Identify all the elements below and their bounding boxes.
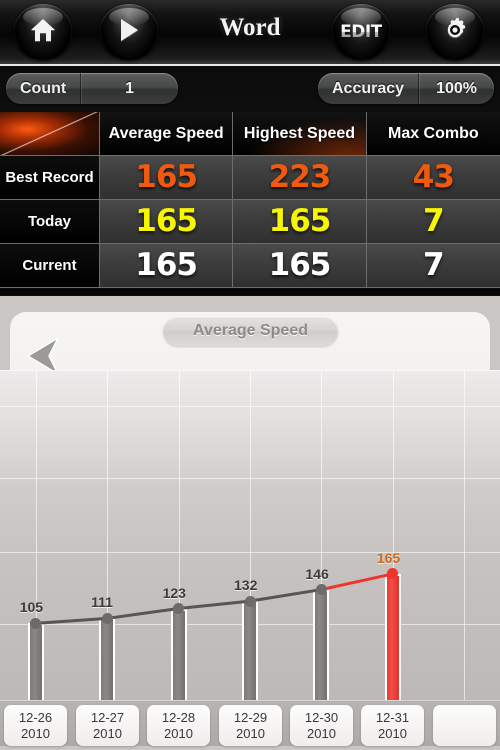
column-header-max-combo: Max Combo	[366, 112, 500, 156]
app-root: Word EDIT Count 1 Accuracy 100% Average …	[0, 0, 500, 750]
chart-value-label: 123	[162, 584, 186, 601]
column-header-highest-speed: Highest Speed	[233, 112, 367, 156]
chart-plot-area: 105 111 123 132 146 165	[0, 370, 500, 710]
table-row: Today 165 165 7	[0, 200, 500, 244]
chart-data-point[interactable]	[315, 584, 327, 596]
chart-value-label: 146	[305, 565, 329, 582]
date-label-box[interactable]: 12-27 2010	[76, 705, 139, 746]
cell-today-highest-speed: 165	[233, 200, 367, 244]
date-label-day: 12-30	[304, 709, 339, 725]
gear-icon	[441, 16, 469, 49]
settings-button[interactable]	[426, 4, 484, 60]
cell-best-average-speed: 165	[100, 156, 234, 200]
chart-title-pill[interactable]: Average Speed	[163, 316, 338, 346]
date-label-year: 2010	[378, 725, 407, 741]
date-label-box[interactable]	[433, 705, 496, 746]
row-label-today: Today	[0, 200, 100, 244]
count-label: Count	[6, 73, 82, 104]
date-label-year: 2010	[236, 725, 265, 741]
chart-data-point[interactable]	[30, 617, 42, 629]
cell-current-average-speed: 165	[100, 244, 234, 288]
top-navigation-bar: Word EDIT	[0, 0, 500, 66]
chart-value-label: 105	[19, 599, 44, 616]
column-header-label: Max Combo	[387, 124, 479, 142]
date-label-year: 2010	[21, 725, 50, 741]
date-label-box[interactable]: 12-30 2010	[290, 705, 353, 746]
accuracy-value: 100%	[436, 79, 477, 97]
edit-text-icon: EDIT	[340, 22, 382, 42]
table-logo-cell	[0, 112, 100, 156]
date-label-box[interactable]: 12-26 2010	[4, 705, 67, 746]
edit-button[interactable]: EDIT	[332, 4, 390, 60]
table-row: Best Record 165 223 43	[0, 156, 500, 200]
date-label-year: 2010	[93, 725, 122, 741]
date-label-box[interactable]: 12-29 2010	[219, 705, 282, 746]
chart-data-point[interactable]	[173, 603, 185, 615]
summary-pill-row: Count 1 Accuracy 100%	[0, 70, 500, 108]
cell-today-average-speed: 165	[100, 200, 234, 244]
panel-shadow	[0, 289, 500, 296]
chart-value-label: 132	[234, 577, 258, 594]
stats-table: Average Speed Highest Speed Max Combo Be…	[0, 112, 500, 289]
table-row: Current 165 165 7	[0, 244, 500, 288]
date-label-box[interactable]: 12-28 2010	[147, 705, 210, 746]
chart-title-label: Average Speed	[192, 322, 308, 339]
chart-data-point[interactable]	[101, 612, 113, 624]
chart-panel: Average Speed 105 111 123 132 146 165 12-26 20…	[0, 296, 500, 750]
date-label-year: 2010	[164, 725, 193, 741]
date-label-day: 12-29	[233, 709, 268, 725]
accuracy-pill[interactable]: Accuracy 100%	[318, 73, 494, 104]
date-label-day: 12-28	[161, 709, 196, 725]
count-value: 1	[125, 79, 135, 97]
accuracy-label: Accuracy	[318, 73, 420, 104]
row-label-best-record: Best Record	[0, 156, 100, 200]
column-header-label: Average Speed	[108, 124, 224, 142]
row-label-current: Current	[0, 244, 100, 288]
chart-trend-line	[35, 572, 394, 625]
page-title: Word	[219, 14, 281, 41]
home-icon	[30, 18, 56, 47]
date-label-box[interactable]: 12-31 2010	[361, 705, 424, 746]
cell-current-max-combo: 7	[366, 244, 500, 288]
date-label-day: 12-31	[375, 709, 410, 725]
column-header-label: Highest Speed	[243, 124, 356, 142]
table-header-row: Average Speed Highest Speed Max Combo	[0, 112, 500, 156]
chart-value-label: 165	[376, 549, 401, 566]
column-header-average-speed: Average Speed	[100, 112, 234, 156]
cell-best-highest-speed: 223	[233, 156, 367, 200]
stats-panel: Count 1 Accuracy 100% Average Speed High…	[0, 66, 500, 296]
play-icon	[117, 17, 141, 48]
chart-data-point[interactable]	[244, 595, 256, 607]
cell-current-highest-speed: 165	[233, 244, 367, 288]
cell-best-max-combo: 43	[366, 156, 500, 200]
date-label-day: 12-27	[90, 709, 125, 725]
chart-value-label: 111	[91, 594, 113, 611]
cell-today-max-combo: 7	[366, 200, 500, 244]
date-label-year: 2010	[307, 725, 336, 741]
count-pill[interactable]: Count 1	[6, 73, 178, 104]
date-label-day: 12-26	[18, 709, 53, 725]
